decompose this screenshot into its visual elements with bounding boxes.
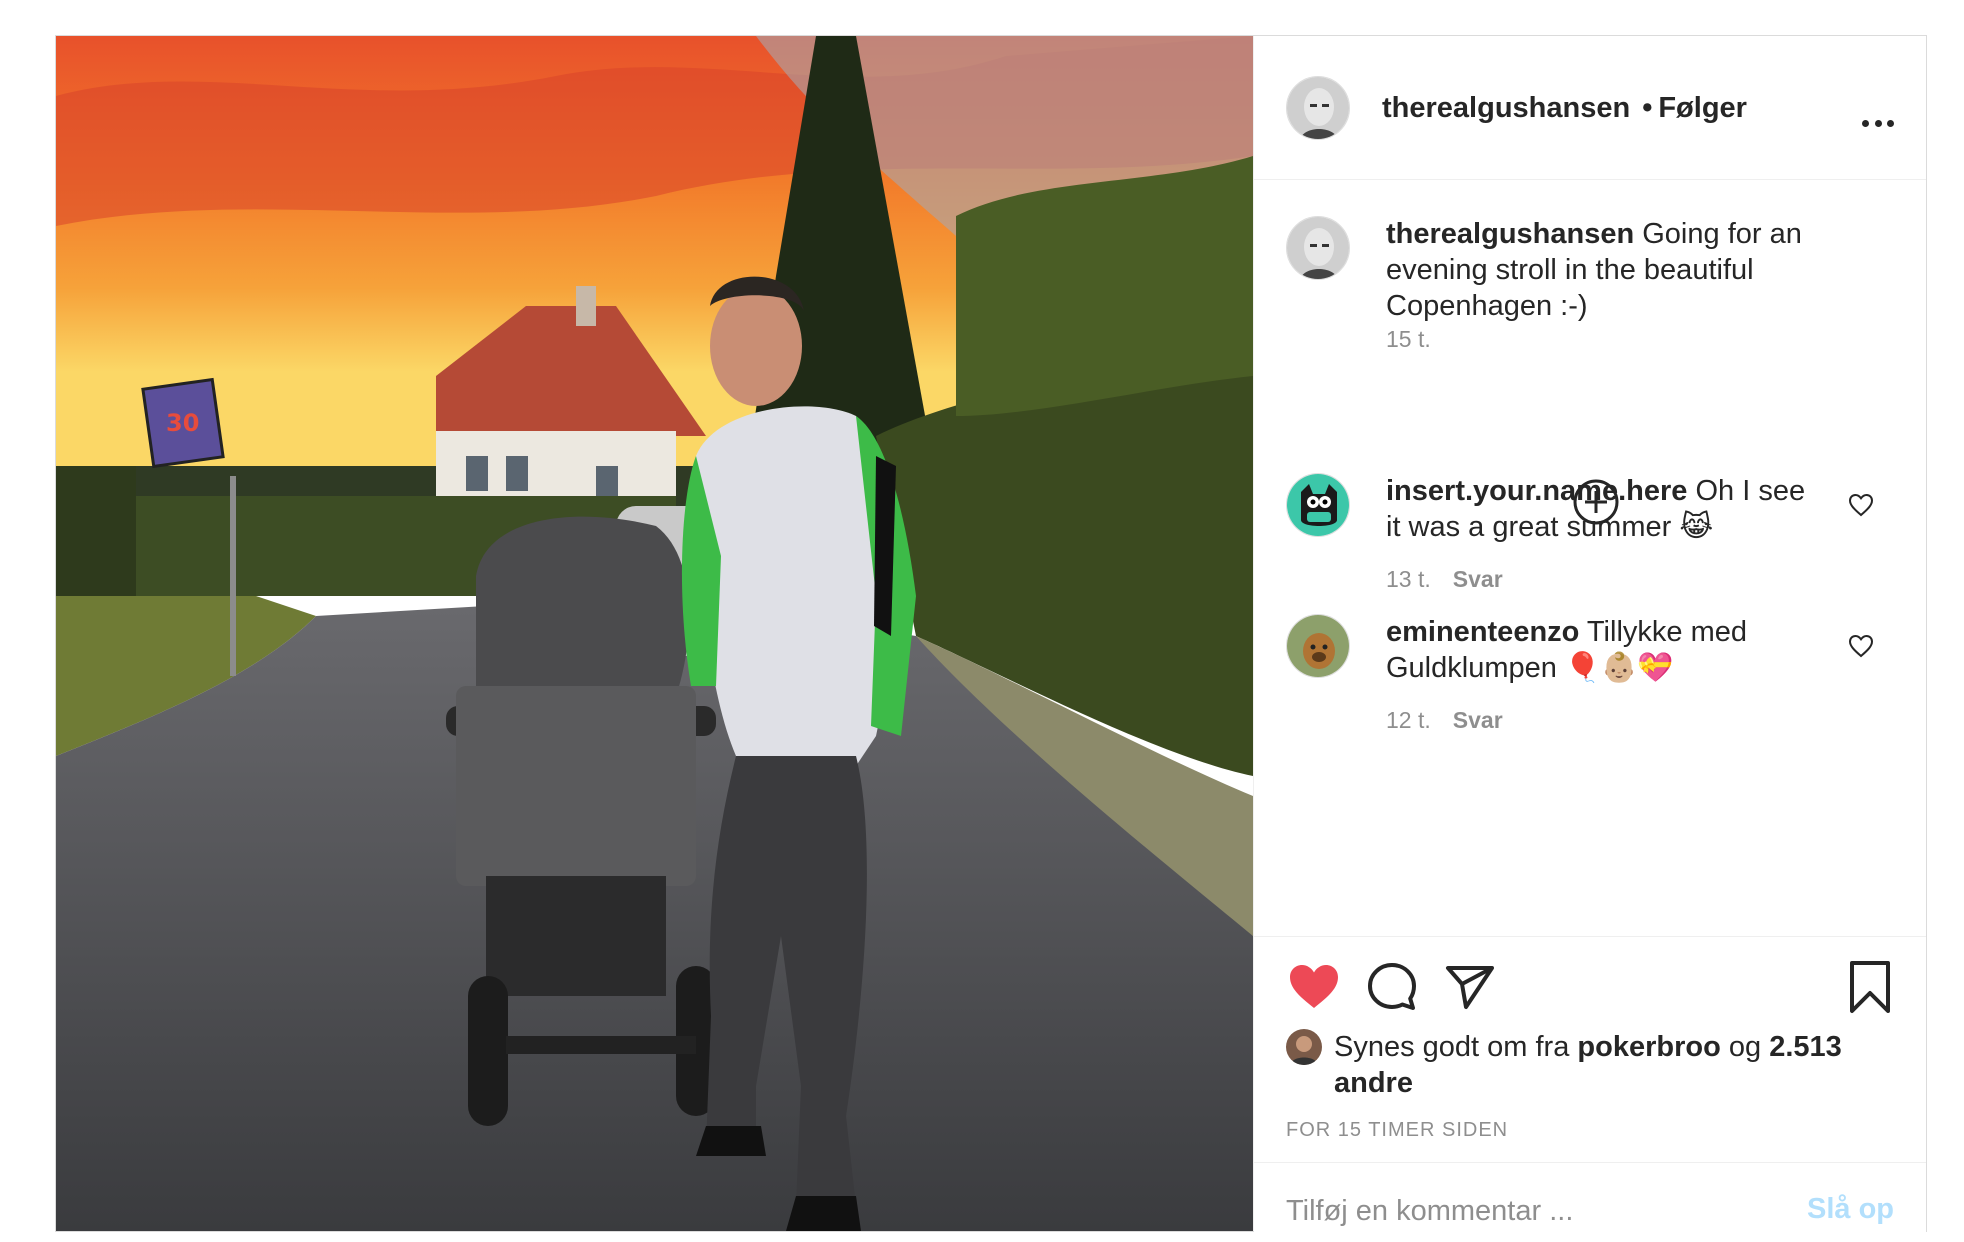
likes-prefix: Synes godt om fra <box>1334 1031 1570 1063</box>
reply-button[interactable]: Svar <box>1453 707 1503 733</box>
heart-filled-icon[interactable] <box>1286 959 1342 1015</box>
post-header: therealgushansen • Følger <box>1254 36 1926 180</box>
avatar-image <box>1287 217 1349 279</box>
post-side-panel: therealgushansen • Følger therealgushans… <box>1253 36 1926 1232</box>
liker-username[interactable]: pokerbroo <box>1577 1031 1720 1063</box>
caption-username[interactable]: therealgushansen <box>1386 218 1634 250</box>
like-graphic <box>1290 965 1338 1008</box>
comment-input[interactable] <box>1286 1191 1746 1231</box>
author-line: therealgushansen • Følger <box>1382 92 1747 125</box>
comment-time[interactable]: 12 t. <box>1386 707 1431 733</box>
post-comment-button[interactable]: Slå op <box>1807 1193 1894 1226</box>
more-dot <box>1862 120 1869 127</box>
comments-section: therealgushansen Going for an evening st… <box>1254 180 1926 932</box>
instagram-post: 30 therealgushansen • Følger therealgush… <box>55 35 1927 1232</box>
more-dot <box>1887 120 1894 127</box>
post-photo[interactable]: 30 <box>56 36 1253 1231</box>
bookmark-icon[interactable] <box>1842 959 1898 1015</box>
liker-avatar[interactable] <box>1286 1029 1322 1065</box>
comment-meta: 12 t. Svar <box>1386 707 1503 734</box>
avatar-image <box>1287 77 1349 139</box>
heart-outline-icon[interactable] <box>1848 493 1874 517</box>
caption-text: therealgushansen Going for an evening st… <box>1386 216 1826 324</box>
caption-time[interactable]: 15 t. <box>1386 326 1431 352</box>
comment-meta: 13 t. Svar <box>1386 566 1503 593</box>
paper-plane-icon[interactable] <box>1442 959 1498 1015</box>
share-graphic <box>1446 966 1494 1009</box>
likes-text: Synes godt om fra pokerbroo og 2.513 and… <box>1334 1029 1846 1101</box>
comment-text: eminenteenzo Tillykke med Guldklumpen 🎈👶… <box>1386 614 1826 686</box>
comment-username[interactable]: insert.your.name.here <box>1386 475 1687 507</box>
comment-time[interactable]: 13 t. <box>1386 566 1431 592</box>
more-dot <box>1874 120 1882 127</box>
commenter-avatar[interactable] <box>1286 473 1350 537</box>
add-comment-bar: Slå op <box>1254 1162 1926 1232</box>
author-avatar[interactable] <box>1286 76 1350 140</box>
author-username[interactable]: therealgushansen <box>1382 92 1630 124</box>
comment-username[interactable]: eminenteenzo <box>1386 616 1579 648</box>
comment-text: insert.your.name.here Oh I see it was a … <box>1386 473 1826 545</box>
heart-outline-graphic <box>1848 634 1874 658</box>
more-options-icon[interactable] <box>1862 120 1894 128</box>
reply-button[interactable]: Svar <box>1453 566 1503 592</box>
comment-graphic <box>1368 963 1416 1010</box>
post-photo-image: 30 <box>56 36 1253 1231</box>
likes-summary: Synes godt om fra pokerbroo og 2.513 and… <box>1286 1029 1846 1101</box>
heart-outline-icon[interactable] <box>1848 634 1874 658</box>
avatar-image <box>1287 474 1349 536</box>
avatar-image <box>1286 1029 1322 1065</box>
header-separator: • <box>1642 92 1653 124</box>
caption-avatar[interactable] <box>1286 216 1350 280</box>
commenter-avatar[interactable] <box>1286 614 1350 678</box>
comment-bubble-icon[interactable] <box>1364 959 1420 1015</box>
following-button[interactable]: Følger <box>1658 92 1747 124</box>
post-actions: Synes godt om fra pokerbroo og 2.513 and… <box>1254 936 1926 1163</box>
heart-outline-graphic <box>1848 493 1874 517</box>
sign-number: 30 <box>166 409 199 437</box>
avatar-image <box>1287 615 1349 677</box>
save-graphic <box>1850 961 1890 1013</box>
caption-meta: 15 t. <box>1386 326 1431 353</box>
likes-joiner: og <box>1728 1031 1762 1063</box>
post-timestamp[interactable]: FOR 15 TIMER SIDEN <box>1286 1119 1508 1142</box>
